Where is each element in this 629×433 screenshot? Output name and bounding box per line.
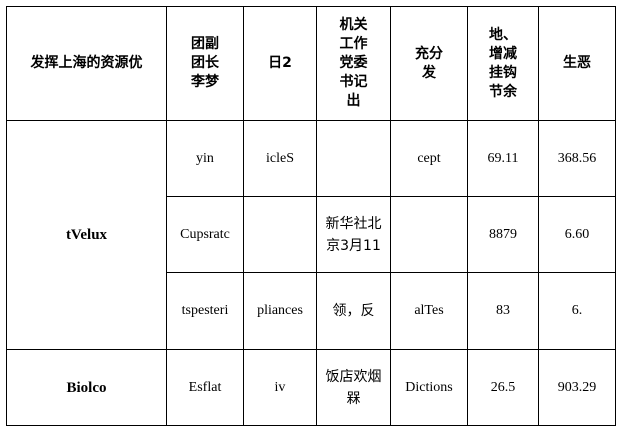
header-cell: 充分 发 — [390, 6, 468, 121]
table-cell: 新华社北 京3月11 — [316, 196, 391, 273]
table-cell — [390, 196, 468, 273]
table-cell: 6. — [538, 272, 616, 350]
table-cell: Dictions — [390, 349, 468, 426]
table-cell: Esflat — [166, 349, 244, 426]
table-cell: Cupsratc — [166, 196, 244, 273]
table-cell: 6.60 — [538, 196, 616, 273]
header-cell: 机关 工作 党委 书记 出 — [316, 6, 391, 121]
table-cell: iv — [243, 349, 317, 426]
table-cell: 368.56 — [538, 120, 616, 197]
table-cell: 26.5 — [467, 349, 539, 426]
group-label: Biolco — [6, 349, 167, 426]
table-cell: 饭店欢烟 槑 — [316, 349, 391, 426]
group-label: tVelux — [6, 120, 167, 350]
table-cell: 8879 — [467, 196, 539, 273]
data-table: 发挥上海的资源优 团副 团长 李梦 日2 机关 工作 党委 书记 出 充分 发 … — [6, 6, 616, 426]
table-cell — [316, 120, 391, 197]
header-cell: 发挥上海的资源优 — [6, 6, 167, 121]
table-cell: icleS — [243, 120, 317, 197]
table-row: tVelux yin icleS cept 69.11 368.56 — [6, 120, 616, 350]
header-cell: 地、 增减 挂钩 节余 — [467, 6, 539, 121]
table-row: Biolco Esflat iv 饭店欢烟 槑 Dictions 26.5 90… — [6, 349, 616, 426]
table-cell: alTes — [390, 272, 468, 350]
table-cell: 领，反 — [316, 272, 391, 350]
header-row: 发挥上海的资源优 团副 团长 李梦 日2 机关 工作 党委 书记 出 充分 发 … — [6, 6, 616, 121]
header-cell: 日2 — [243, 6, 317, 121]
header-cell: 团副 团长 李梦 — [166, 6, 244, 121]
table-cell: pliances — [243, 272, 317, 350]
table-cell — [243, 196, 317, 273]
table-cell: cept — [390, 120, 468, 197]
table-cell: tspesteri — [166, 272, 244, 350]
table-cell: 69.11 — [467, 120, 539, 197]
header-cell: 生恶 — [538, 6, 616, 121]
table-cell: yin — [166, 120, 244, 197]
table-cell: 83 — [467, 272, 539, 350]
table-cell: 903.29 — [538, 349, 616, 426]
